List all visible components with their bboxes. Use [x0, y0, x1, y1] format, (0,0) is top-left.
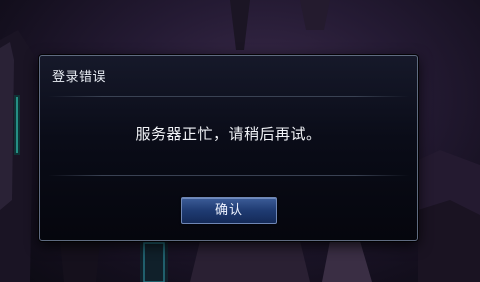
dialog-message: 服务器正忙，请稍后再试。: [135, 125, 322, 143]
lower-pillar-left: [60, 241, 100, 282]
left-tower-glow: [16, 97, 18, 153]
top-spire: [230, 0, 250, 50]
title-divider: [48, 96, 409, 97]
right-hill-dark: [418, 200, 480, 282]
left-tower-highlight: [0, 42, 14, 210]
top-spire-2: [300, 0, 330, 30]
login-error-dialog: 登录错误 服务器正忙，请稍后再试。 确认: [39, 55, 418, 241]
game-scene: 登录错误 服务器正忙，请稍后再试。 确认: [0, 0, 480, 282]
lower-rock: [322, 241, 372, 282]
confirm-button[interactable]: 确认: [181, 197, 277, 224]
lower-steps: [190, 241, 310, 282]
dialog-title: 登录错误: [52, 70, 107, 85]
footer-divider: [48, 175, 409, 176]
